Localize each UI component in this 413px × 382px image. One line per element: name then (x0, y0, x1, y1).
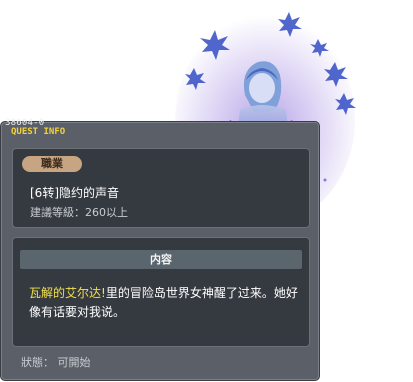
content-header: 内容 (20, 250, 302, 269)
content-highlight-location: 瓦解的艾尔达! (29, 286, 106, 300)
job-tag-badge: 職業 (22, 156, 82, 172)
quest-name: [6转]隐约的声音 (30, 186, 119, 200)
recommended-level: 建議等級：260以上 (30, 206, 128, 219)
quest-summary-panel: 職業 [6转]隐约的声音 建議等級：260以上 (12, 148, 310, 228)
quest-info-window: 38604-0 QUEST INFO 職業 [6转]隐约的声音 建議等級：260… (0, 118, 320, 381)
content-text: 瓦解的艾尔达!里的冒险岛世界女神醒了过来。她好像有话要对我说。 (29, 284, 301, 322)
window-title: QUEST INFO (11, 127, 66, 137)
quest-status: 狀態： 可開始 (21, 356, 91, 369)
quest-content-panel: 内容 瓦解的艾尔达!里的冒险岛世界女神醒了过来。她好像有话要对我说。 (12, 237, 310, 347)
